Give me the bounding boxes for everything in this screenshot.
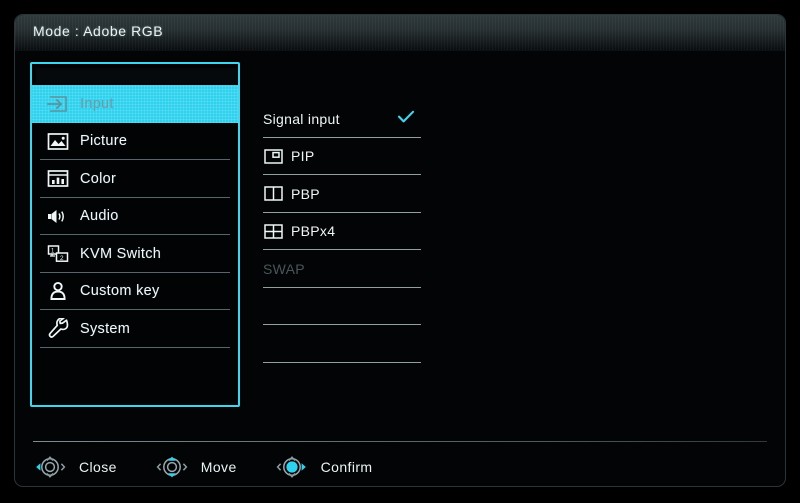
option-pbp[interactable]: PBP xyxy=(263,175,421,213)
hint-label: Move xyxy=(200,459,237,475)
sidebar-item-kvm-switch[interactable]: 1 2 KVM Switch xyxy=(32,235,238,273)
hint-move[interactable]: Move xyxy=(155,447,237,486)
hint-label: Confirm xyxy=(320,459,373,475)
sidebar-item-label: Audio xyxy=(80,208,119,225)
sidebar-item-label: System xyxy=(80,320,131,337)
pbpx4-icon xyxy=(263,223,283,239)
option-pbpx4[interactable]: PBPx4 xyxy=(263,213,421,250)
option-empty-2 xyxy=(263,325,421,363)
sidebar-list: Input Picture Color Audio 1 2 KVM Switch… xyxy=(32,85,238,348)
check-icon xyxy=(397,110,415,128)
sidebar-item-label: KVM Switch xyxy=(80,245,162,262)
sidebar-item-picture[interactable]: Picture xyxy=(32,123,238,160)
divider xyxy=(40,346,230,348)
sidebar-item-color[interactable]: Color xyxy=(32,160,238,198)
option-swap: SWAP xyxy=(263,250,421,288)
color-bars-icon xyxy=(45,167,71,191)
sidebar-item-system[interactable]: System xyxy=(32,310,238,348)
sidebar-item-label: Input xyxy=(80,95,114,112)
sidebar-title-slot xyxy=(36,68,238,83)
option-label: PIP xyxy=(291,148,315,165)
sidebar-item-label: Picture xyxy=(80,133,128,150)
option-signal-input[interactable]: Signal input xyxy=(263,100,421,138)
option-label: PBP xyxy=(291,185,320,202)
person-icon xyxy=(45,279,71,303)
hint-confirm[interactable]: Confirm xyxy=(275,447,373,486)
osd-header: Mode : Adobe RGB xyxy=(15,15,785,51)
page-title: Mode : Adobe RGB xyxy=(33,23,164,39)
option-pip[interactable]: PIP xyxy=(263,138,421,175)
wrench-icon xyxy=(45,317,71,341)
sidebar-item-label: Color xyxy=(80,170,117,187)
sidebar-item-label: Custom key xyxy=(80,283,160,300)
option-label: PBPx4 xyxy=(291,223,336,240)
footer-divider xyxy=(33,441,767,442)
sidebar-item-custom-key[interactable]: Custom key xyxy=(32,273,238,310)
sidebar-item-input[interactable]: Input xyxy=(32,85,238,123)
picture-icon xyxy=(45,129,71,153)
osd-panel: Mode : Adobe RGB Input Picture Color Aud… xyxy=(14,14,786,487)
sidebar-item-audio[interactable]: Audio xyxy=(32,198,238,235)
option-label: Signal input xyxy=(263,110,340,127)
option-label: SWAP xyxy=(263,260,305,277)
speaker-icon xyxy=(45,204,71,228)
option-empty-1 xyxy=(263,288,421,325)
hint-label: Close xyxy=(79,459,117,475)
dpad-left-icon xyxy=(33,447,67,486)
options-panel: Signal input PIP PBP PBPx4 SWAP xyxy=(263,100,421,363)
pip-icon xyxy=(263,148,283,164)
divider xyxy=(263,361,421,363)
footer-hints: Close Move Confirm xyxy=(33,447,410,486)
input-arrow-icon xyxy=(45,92,71,116)
svg-text:2: 2 xyxy=(60,255,64,262)
pbp-icon xyxy=(263,186,283,202)
dpad-updown-icon xyxy=(155,447,189,486)
kvm-switch-icon: 1 2 xyxy=(45,242,71,266)
dpad-center-icon xyxy=(275,447,309,486)
hint-close[interactable]: Close xyxy=(33,447,117,486)
sidebar: Input Picture Color Audio 1 2 KVM Switch… xyxy=(30,62,240,407)
